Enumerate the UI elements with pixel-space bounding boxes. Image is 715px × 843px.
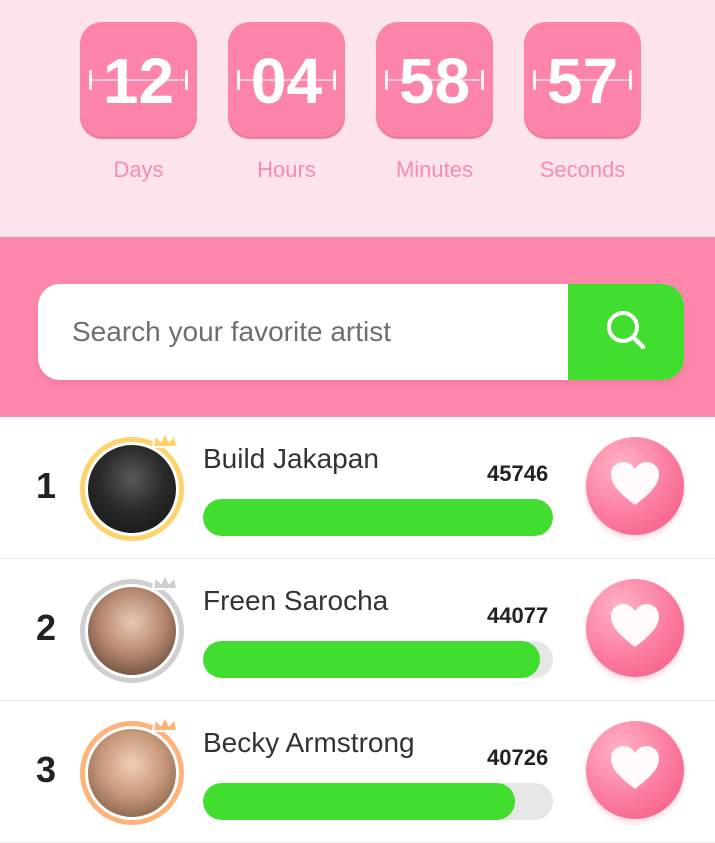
search-icon xyxy=(604,308,648,357)
artist-name: Becky Armstrong xyxy=(203,727,415,758)
countdown-value: 04 xyxy=(250,44,323,117)
countdown-value: 12 xyxy=(102,44,175,117)
countdown-section: 12 Days 04 Hours 58 Minutes 57 Seconds xyxy=(0,0,715,237)
vote-heart-button[interactable] xyxy=(586,721,684,819)
vote-count: 40726 xyxy=(487,745,549,770)
vote-progress-bar xyxy=(203,783,553,820)
ranking-row: 3 Becky Armstrong 40726 xyxy=(0,701,715,843)
countdown-label: Seconds xyxy=(539,157,626,182)
rank-number: 2 xyxy=(36,607,57,648)
artist-name: Freen Sarocha xyxy=(203,585,389,616)
vote-progress-bar xyxy=(203,499,553,536)
countdown-tile: 58 xyxy=(376,22,493,139)
countdown-seconds: 57 Seconds xyxy=(524,22,641,183)
countdown-tile: 04 xyxy=(228,22,345,139)
vote-count: 45746 xyxy=(487,461,549,486)
search-button[interactable] xyxy=(568,284,684,380)
countdown-minutes: 58 Minutes xyxy=(376,22,493,183)
ranking-row: 2 Freen Sarocha 44077 xyxy=(0,559,715,701)
countdown-hours: 04 Hours xyxy=(228,22,345,183)
countdown-label: Days xyxy=(113,157,164,182)
avatar xyxy=(80,573,184,683)
crown-icon xyxy=(150,429,180,456)
countdown-label: Minutes xyxy=(395,157,474,182)
countdown-value: 58 xyxy=(398,44,471,117)
countdown-label: Hours xyxy=(257,157,316,182)
artist-name: Build Jakapan xyxy=(203,443,379,474)
ranking-row: 1 Build Jakapan 45746 xyxy=(0,417,715,559)
countdown-tile: 57 xyxy=(524,22,641,139)
vote-heart-button[interactable] xyxy=(586,437,684,535)
search-input[interactable] xyxy=(38,284,568,380)
heart-icon xyxy=(608,602,662,655)
rank-number: 1 xyxy=(36,465,57,506)
crown-icon xyxy=(150,571,180,598)
avatar xyxy=(80,715,184,825)
countdown-value: 57 xyxy=(546,44,619,117)
rank-number: 3 xyxy=(36,749,57,790)
search-bar xyxy=(38,284,684,380)
countdown-days: 12 Days xyxy=(80,22,197,183)
vote-heart-button[interactable] xyxy=(586,579,684,677)
heart-icon xyxy=(608,744,662,797)
vote-count: 44077 xyxy=(487,603,549,628)
search-section xyxy=(0,237,715,417)
crown-icon xyxy=(150,713,180,740)
vote-progress-bar xyxy=(203,641,553,678)
avatar xyxy=(80,431,184,541)
countdown-tile: 12 xyxy=(80,22,197,139)
heart-icon xyxy=(608,460,662,513)
